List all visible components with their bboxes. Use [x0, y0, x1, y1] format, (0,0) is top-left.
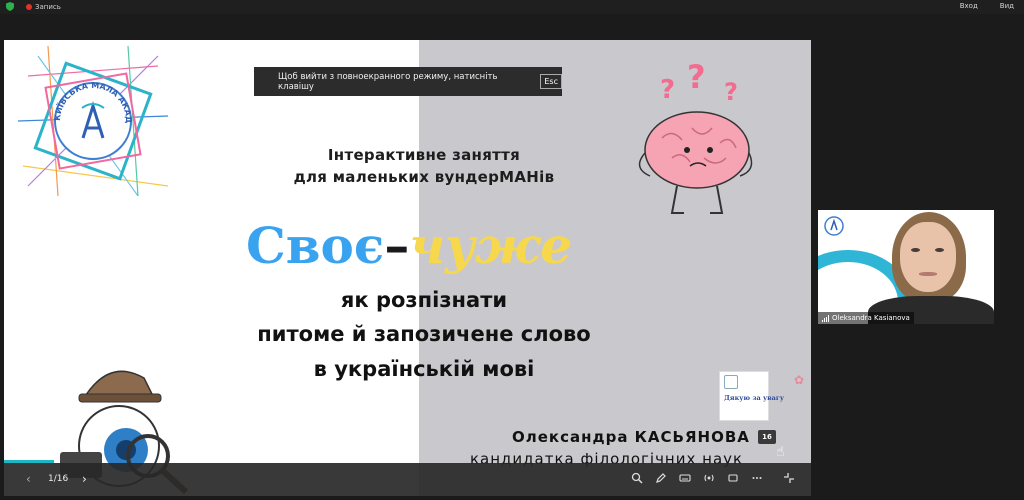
hand-cursor-icon: ☝	[776, 444, 785, 460]
academy-logo: КИЇВСЬКА МАЛА АКАДЕМІЯ НАУК	[18, 46, 168, 196]
question-mark-icon: ?	[660, 75, 675, 105]
top-bar: Запись Вход Вид	[0, 0, 1024, 14]
question-mark-icon: ?	[724, 78, 738, 106]
slide-body-line2: питоме й запозичене слово	[257, 322, 591, 346]
slide-body-line3: в українській мові	[313, 357, 535, 381]
participant-video-tile[interactable]: Oleksandra Kasianova	[818, 210, 994, 324]
heading-word-foreign: чуже	[409, 216, 573, 275]
participant-mouth	[919, 272, 937, 276]
banner-text: Щоб вийти з повноекранного режиму, натис…	[278, 71, 498, 92]
participant-eye	[911, 248, 920, 252]
login-button[interactable]: Вход	[960, 2, 978, 10]
slide-thumbnail[interactable]: Дякую за увагу	[719, 371, 784, 421]
pen-icon[interactable]	[654, 471, 668, 485]
heading-dash: –	[384, 216, 410, 275]
participant-eye	[935, 248, 944, 252]
lesson-subtitle-line1: Інтерактивне заняття	[327, 146, 521, 164]
participant-name: Oleksandra Kasianova	[832, 314, 910, 322]
fullscreen-exit-banner: Щоб вийти з повноекранного режиму, натис…	[254, 67, 562, 96]
exit-fullscreen-icon[interactable]	[782, 471, 796, 485]
thumbnail-text: Дякую за увагу	[724, 394, 785, 402]
author-name: Олександра КАСЬЯНОВА	[512, 428, 750, 446]
recording-label[interactable]: Запись	[35, 3, 61, 11]
keyboard-icon[interactable]	[678, 471, 692, 485]
slide-count-badge: 16	[758, 430, 776, 444]
toolbar-actions	[630, 471, 796, 485]
participant-face	[900, 222, 956, 292]
participant-name-tag: Oleksandra Kasianova	[818, 312, 914, 324]
flower-icon: ✿	[794, 373, 805, 387]
page-indicator: 1/16	[48, 474, 69, 484]
app-window: Запись Вход Вид КИЇВСЬКА МАЛА АКАД Щоб в…	[0, 0, 1024, 500]
question-mark-icon: ?	[687, 58, 706, 96]
esc-key-badge[interactable]: Esc	[540, 74, 562, 89]
window-icon[interactable]	[726, 471, 740, 485]
signal-icon	[822, 314, 829, 322]
audio-icon[interactable]	[702, 471, 716, 485]
shield-icon[interactable]	[6, 2, 14, 11]
presentation-toolbar: ‹ 1/16 ›	[4, 463, 811, 496]
slide-body-line1: як розпізнати	[340, 288, 508, 312]
brain-illustration: ? ? ?	[638, 58, 753, 214]
slide-heading: Своє–чуже	[246, 216, 626, 276]
view-button[interactable]: Вид	[1000, 2, 1014, 10]
zoom-icon[interactable]	[630, 471, 644, 485]
heading-word-own: Своє	[246, 216, 385, 275]
lesson-subtitle-line2: для маленьких вундерМАНів	[293, 168, 555, 186]
next-slide-button[interactable]: ›	[82, 472, 87, 486]
thumbnail-logo-icon	[724, 375, 738, 389]
more-options-icon[interactable]	[750, 471, 764, 485]
previous-slide-button[interactable]: ‹	[26, 472, 31, 486]
record-icon	[26, 4, 32, 10]
top-right-controls: Вход Вид	[960, 2, 1014, 10]
academy-logo-small	[824, 216, 844, 236]
presentation-slide: КИЇВСЬКА МАЛА АКАДЕМІЯ НАУК Щоб вийти з …	[4, 40, 811, 496]
